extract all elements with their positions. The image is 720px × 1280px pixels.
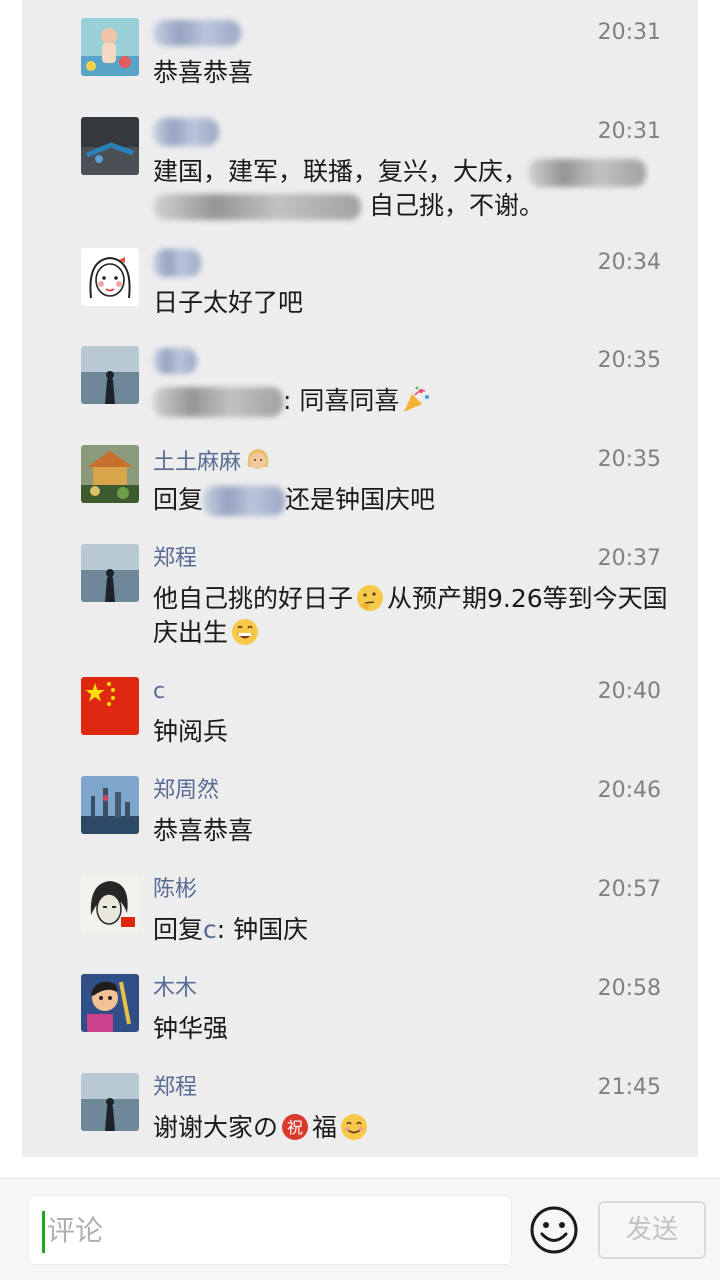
comment-time: 20:31 bbox=[597, 119, 661, 144]
comment-item: 郑程 21:45 谢谢大家の祝福 bbox=[22, 1073, 698, 1153]
comment-text: 日子太好了吧 bbox=[153, 288, 304, 317]
comment-time: 20:35 bbox=[597, 447, 661, 472]
comment-time: 20:46 bbox=[597, 778, 661, 803]
comment-time: 20:35 bbox=[597, 348, 661, 373]
svg-text:祝: 祝 bbox=[287, 1118, 303, 1137]
comment-item: 木木 20:58 钟华强 bbox=[22, 974, 698, 1054]
comment-item: 陈彬 20:57 回复c: 钟国庆 bbox=[22, 875, 698, 955]
redacted-text bbox=[153, 194, 361, 220]
comments-panel: 20:31 恭喜恭喜 20:31 建国，建军，联播，复兴，大庆， 自己挑，不谢。… bbox=[22, 0, 698, 1157]
comment-text: 建国，建军，联播，复兴，大庆， 自己挑，不谢。 bbox=[153, 155, 683, 223]
avatar-china-flag[interactable] bbox=[81, 677, 139, 735]
avatar-lake-silhouette[interactable] bbox=[81, 1073, 139, 1131]
comment-text: 钟阅兵 bbox=[153, 717, 229, 746]
comment-time: 20:37 bbox=[597, 546, 661, 571]
avatar-night-scene[interactable] bbox=[81, 117, 139, 175]
commenter-name[interactable] bbox=[153, 248, 201, 278]
avatar-temple[interactable] bbox=[81, 445, 139, 503]
woman-emoji-icon bbox=[243, 445, 273, 475]
avatar-toddler[interactable] bbox=[81, 18, 139, 76]
commenter-name[interactable] bbox=[153, 346, 197, 376]
avatar-cartoon-girl[interactable] bbox=[81, 248, 139, 306]
comment-item: 20:35 : 同喜同喜 bbox=[22, 346, 698, 426]
comment-placeholder: 评论 bbox=[47, 1214, 104, 1247]
party-popper-icon bbox=[401, 385, 431, 415]
redacted-text bbox=[153, 387, 283, 417]
avatar-portrait-sketch[interactable] bbox=[81, 875, 139, 933]
comment-text: 回复 还是钟国庆吧 bbox=[153, 485, 436, 516]
comment-time: 20:58 bbox=[597, 976, 661, 1001]
comment-item: 20:34 日子太好了吧 bbox=[22, 248, 698, 328]
comment-item: 郑程 20:37 他自己挑的好日子 从预产期9.26等到今天国庆出生 bbox=[22, 544, 698, 659]
avatar-lake-silhouette[interactable] bbox=[81, 544, 139, 602]
comment-text-part: 建国，建军，联播，复兴，大庆， bbox=[153, 157, 529, 186]
comment-text-part: 自己挑，不谢。 bbox=[368, 191, 544, 220]
avatar-cartoon-character[interactable] bbox=[81, 974, 139, 1032]
comment-text: 钟华强 bbox=[153, 1014, 229, 1043]
grinning-face-icon bbox=[230, 617, 260, 647]
commenter-name[interactable]: 土土麻麻 bbox=[153, 445, 275, 475]
comment-item: 郑周然 20:46 恭喜恭喜 bbox=[22, 776, 698, 856]
commenter-name[interactable]: 郑程 bbox=[153, 544, 197, 574]
comment-text: 恭喜恭喜 bbox=[153, 816, 254, 845]
comment-item: c 20:40 钟阅兵 bbox=[22, 677, 698, 757]
redacted-text bbox=[528, 159, 647, 187]
comment-text: 他自己挑的好日子 从预产期9.26等到今天国庆出生 bbox=[153, 583, 668, 647]
redacted-name bbox=[203, 486, 286, 516]
commenter-name[interactable] bbox=[153, 117, 219, 147]
text-cursor bbox=[42, 1211, 45, 1253]
commenter-name[interactable]: 陈彬 bbox=[153, 875, 197, 905]
commenter-name[interactable]: c bbox=[153, 677, 165, 707]
avatar-lake-silhouette[interactable] bbox=[81, 346, 139, 404]
comment-text-part: : 同喜同喜 bbox=[283, 386, 400, 415]
thinking-face-icon bbox=[355, 583, 385, 613]
commenter-name[interactable]: 郑程 bbox=[153, 1073, 197, 1103]
commenter-name[interactable]: 郑周然 bbox=[153, 776, 219, 806]
comment-text: : 同喜同喜 bbox=[153, 384, 683, 418]
avatar-city-skyline[interactable] bbox=[81, 776, 139, 834]
smiley-face-icon[interactable] bbox=[529, 1205, 579, 1255]
comment-input[interactable]: 评论 bbox=[28, 1195, 512, 1265]
comment-text: 回复c: 钟国庆 bbox=[153, 915, 309, 944]
comment-item: 土土麻麻 20:35 回复 还是钟国庆吧 bbox=[22, 445, 698, 525]
blessing-badge-icon: 祝 bbox=[280, 1112, 310, 1142]
comment-item: 20:31 建国，建军，联播，复兴，大庆， 自己挑，不谢。 bbox=[22, 117, 698, 232]
comment-time: 20:34 bbox=[597, 250, 661, 275]
mention-link[interactable]: c bbox=[203, 915, 217, 944]
comment-input-bar: 评论 发送 bbox=[0, 1178, 720, 1280]
comment-item: 20:31 恭喜恭喜 bbox=[22, 18, 698, 98]
smiling-face-icon bbox=[339, 1112, 369, 1142]
send-button[interactable]: 发送 bbox=[598, 1201, 706, 1259]
comment-time: 20:40 bbox=[597, 679, 661, 704]
comment-text: 恭喜恭喜 bbox=[153, 58, 254, 87]
comment-time: 20:57 bbox=[597, 877, 661, 902]
comment-text: 谢谢大家の祝福 bbox=[153, 1111, 683, 1145]
comment-time: 21:45 bbox=[597, 1075, 661, 1100]
commenter-name[interactable]: 木木 bbox=[153, 974, 197, 1004]
comment-time: 20:31 bbox=[597, 20, 661, 45]
commenter-name[interactable] bbox=[153, 18, 241, 48]
